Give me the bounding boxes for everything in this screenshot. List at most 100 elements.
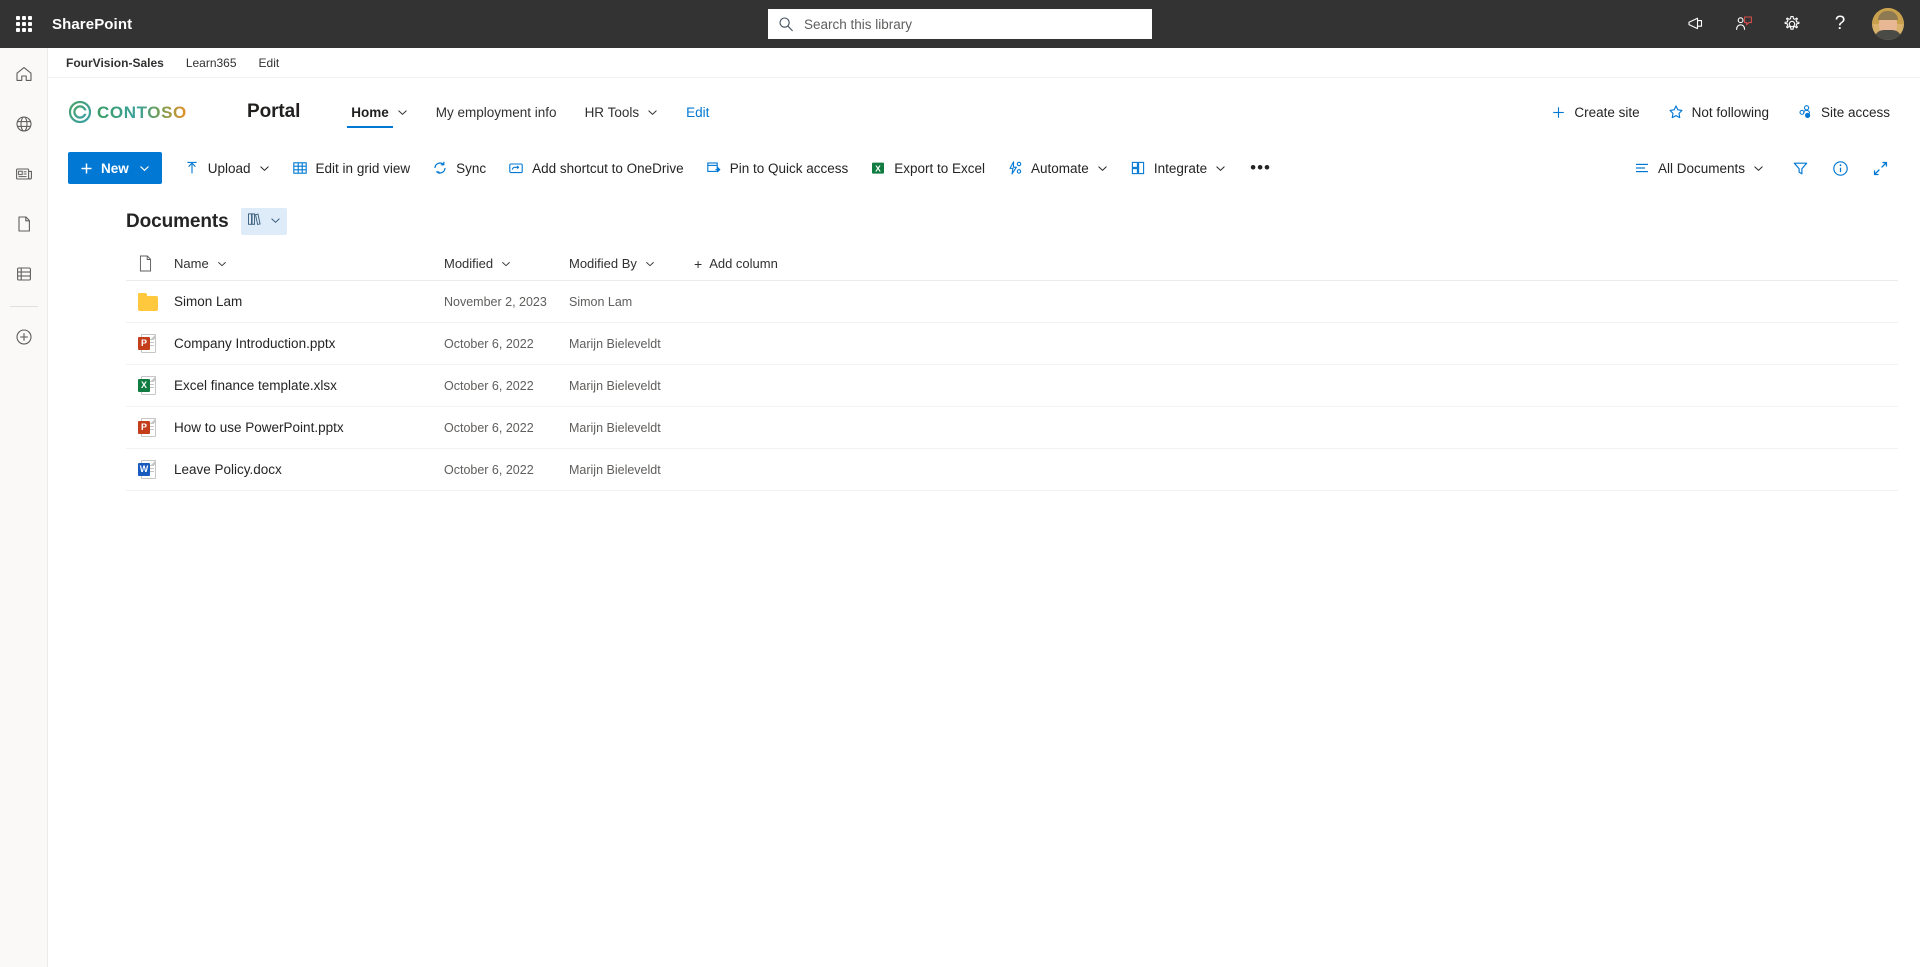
row-modified: October 6, 2022 <box>444 420 534 435</box>
rail-item-home[interactable] <box>4 54 44 94</box>
pin-to-quick-access-label: Pin to Quick access <box>729 160 849 176</box>
rail-item-create[interactable] <box>4 317 44 357</box>
nav-item-home-label: Home <box>351 104 389 120</box>
globe-icon <box>15 116 32 132</box>
library-books-icon <box>247 211 264 232</box>
suite-bar-actions: ? <box>1672 0 1920 48</box>
search-input[interactable] <box>804 16 1144 32</box>
chevron-down-icon <box>1215 163 1226 174</box>
chevron-down-icon <box>259 163 270 174</box>
add-column-button[interactable]: + Add column <box>694 256 1898 271</box>
column-header-modified-by[interactable]: Modified By <box>569 256 694 271</box>
rail-item-lists[interactable] <box>4 254 44 294</box>
automate-button[interactable]: Automate <box>999 150 1116 186</box>
svg-text:CONTOSO: CONTOSO <box>97 103 187 122</box>
breadcrumb-item-hub[interactable]: FourVision-Sales <box>66 56 164 70</box>
rail-divider <box>9 306 38 307</box>
nav-item-hr-tools[interactable]: HR Tools <box>578 90 666 134</box>
chevron-down-icon <box>139 163 150 174</box>
more-commands-button[interactable]: ••• <box>1240 150 1281 186</box>
sync-icon <box>432 160 448 176</box>
breadcrumb-item-site[interactable]: Learn365 <box>186 56 237 70</box>
row-modified: October 6, 2022 <box>444 462 534 477</box>
row-name[interactable]: Leave Policy.docx <box>174 462 282 477</box>
breadcrumb-item-edit[interactable]: Edit <box>259 56 280 70</box>
onedrive-shortcut-icon <box>508 160 524 176</box>
nav-item-hr-tools-label: HR Tools <box>584 104 640 120</box>
help-icon[interactable]: ? <box>1816 0 1864 48</box>
nav-item-edit[interactable]: Edit <box>679 90 716 134</box>
column-header-modified-by-label: Modified By <box>569 256 637 271</box>
table-row[interactable]: P How to use PowerPoint.pptx October 6, … <box>126 407 1898 449</box>
row-name[interactable]: How to use PowerPoint.pptx <box>174 420 344 435</box>
site-title[interactable]: Portal <box>247 101 300 123</box>
filter-icon[interactable] <box>1782 150 1818 186</box>
site-logo[interactable]: CONTOSO <box>68 100 223 124</box>
main-content: FourVision-Sales Learn365 Edit CONTOSO P… <box>48 48 1920 967</box>
plus-icon: + <box>694 255 703 272</box>
chevron-down-icon <box>645 259 655 269</box>
news-icon <box>15 168 32 180</box>
nav-item-my-employment-info-label: My employment info <box>435 104 557 120</box>
column-header-modified[interactable]: Modified <box>444 256 569 271</box>
feedback-icon[interactable] <box>1720 0 1768 48</box>
gear-icon[interactable] <box>1768 0 1816 48</box>
table-row[interactable]: X Excel finance template.xlsx October 6,… <box>126 365 1898 407</box>
page-icon <box>17 216 30 232</box>
info-icon[interactable] <box>1822 150 1858 186</box>
column-header-name[interactable]: Name <box>174 256 444 271</box>
suite-bar: SharePoint Search this library ? <box>0 0 1920 48</box>
app-launcher-button[interactable] <box>0 0 48 48</box>
create-site-button[interactable]: Create site <box>1543 96 1647 128</box>
add-shortcut-to-onedrive-button[interactable]: Add shortcut to OneDrive <box>500 150 692 186</box>
expand-icon[interactable] <box>1862 150 1898 186</box>
export-to-excel-button[interactable]: X Export to Excel <box>862 150 993 186</box>
search-box[interactable] <box>768 9 1152 39</box>
upload-button[interactable]: Upload <box>176 150 278 186</box>
sync-button[interactable]: Sync <box>424 150 494 186</box>
new-button[interactable]: New <box>68 152 162 184</box>
excel-icon: X <box>870 160 886 176</box>
search-icon <box>779 17 793 32</box>
row-icon: W <box>126 459 174 480</box>
row-name[interactable]: Excel finance template.xlsx <box>174 378 337 393</box>
add-column-label: Add column <box>709 256 778 271</box>
avatar-button[interactable] <box>1864 0 1912 48</box>
document-library: Name Modified Modified By + Add column S… <box>48 247 1920 967</box>
column-header-modified-label: Modified <box>444 256 494 271</box>
megaphone-icon[interactable] <box>1672 0 1720 48</box>
view-list-icon <box>1634 160 1650 176</box>
row-name[interactable]: Company Introduction.pptx <box>174 336 335 351</box>
view-selector-button[interactable]: All Documents <box>1626 150 1772 186</box>
rail-item-files[interactable] <box>4 204 44 244</box>
app-name[interactable]: SharePoint <box>48 16 132 33</box>
automate-label: Automate <box>1031 160 1089 176</box>
integrate-button[interactable]: Integrate <box>1122 150 1234 186</box>
site-header: CONTOSO Portal Home My employment info H… <box>48 78 1920 146</box>
column-header-filetype[interactable] <box>126 255 174 272</box>
follow-label: Not following <box>1691 104 1769 120</box>
rail-item-my-sites[interactable] <box>4 104 44 144</box>
table-row[interactable]: W Leave Policy.docx October 6, 2022 Mari… <box>126 449 1898 491</box>
lists-icon <box>16 267 31 281</box>
people-icon <box>1797 104 1813 120</box>
edit-in-grid-view-button[interactable]: Edit in grid view <box>284 150 419 186</box>
nav-item-home[interactable]: Home <box>344 90 415 134</box>
table-row[interactable]: Simon Lam November 2, 2023 Simon Lam <box>126 281 1898 323</box>
folder-icon <box>138 292 160 311</box>
row-name[interactable]: Simon Lam <box>174 294 242 309</box>
follow-button[interactable]: Not following <box>1660 96 1777 128</box>
library-switcher-button[interactable] <box>240 208 287 235</box>
home-icon <box>15 67 32 81</box>
rail-item-news[interactable] <box>4 154 44 194</box>
table-row[interactable]: P Company Introduction.pptx October 6, 2… <box>126 323 1898 365</box>
nav-item-edit-label: Edit <box>686 104 710 120</box>
site-access-button[interactable]: Site access <box>1789 96 1898 128</box>
column-header-name-label: Name <box>174 256 209 271</box>
chevron-down-icon <box>217 259 227 269</box>
avatar <box>1872 8 1904 40</box>
pin-to-quick-access-button[interactable]: Pin to Quick access <box>698 150 857 186</box>
row-modified-by: Marijn Bieleveldt <box>569 420 661 435</box>
integrate-label: Integrate <box>1153 160 1208 176</box>
nav-item-my-employment-info[interactable]: My employment info <box>429 90 564 134</box>
